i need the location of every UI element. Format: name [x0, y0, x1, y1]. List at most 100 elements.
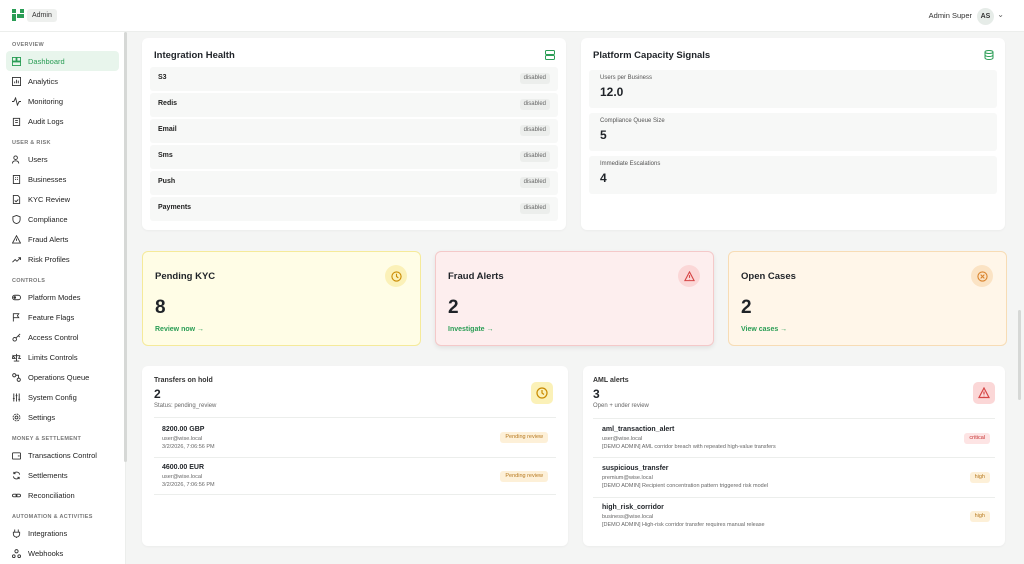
- severity-badge: high: [969, 511, 990, 522]
- transfer-item[interactable]: 4600.00 EUR user@wise.local 3/2/2026, 7:…: [162, 463, 215, 489]
- sidebar-item-monitoring[interactable]: Monitoring: [6, 91, 119, 111]
- metric-compliance-queue: Compliance Queue Size 5: [589, 113, 997, 151]
- metric-value: 5: [600, 128, 607, 142]
- sidebar-item-analytics[interactable]: Analytics: [6, 71, 119, 91]
- sidebar-section-user-risk: USER & RISK: [12, 140, 51, 146]
- transfer-time: 3/2/2026, 7:06:56 PM: [162, 482, 215, 488]
- review-now-link[interactable]: Review now →: [155, 326, 204, 333]
- open-cases-card[interactable]: Open Cases 2 View cases →: [728, 251, 1007, 346]
- sliders-icon: [12, 392, 21, 402]
- sidebar-item-integrations[interactable]: Integrations: [6, 523, 119, 543]
- trending-up-icon: [12, 255, 21, 264]
- stat-count: 2: [741, 297, 752, 318]
- x-circle-icon: [971, 265, 993, 287]
- divider: [593, 418, 995, 419]
- sidebar-item-risk-profiles[interactable]: Risk Profiles: [6, 249, 119, 269]
- divider: [154, 494, 556, 495]
- alert-description: [DEMO ADMIN] AML corridor breach with re…: [602, 444, 776, 450]
- sidebar-item-operations-queue[interactable]: Operations Queue: [6, 367, 119, 387]
- sidebar-item-limits-controls[interactable]: Limits Controls: [6, 347, 119, 367]
- brand-logo[interactable]: [11, 8, 25, 22]
- sidebar-item-transactions-control[interactable]: Transactions Control: [6, 445, 119, 465]
- sidebar-item-label: Risk Profiles: [28, 254, 70, 264]
- alert-triangle-icon: [973, 382, 995, 404]
- metric-value: 4: [600, 171, 607, 185]
- metric-label: Compliance Queue Size: [600, 118, 665, 124]
- integration-health-card: Integration Health S3 disabled Redis dis…: [142, 38, 566, 230]
- sidebar-item-businesses[interactable]: Businesses: [6, 169, 119, 189]
- chevron-down-icon[interactable]: ⌄: [997, 10, 1004, 19]
- alert-email: business@wise.local: [602, 514, 654, 520]
- sidebar-item-fraud-alerts[interactable]: Fraud Alerts: [6, 229, 119, 249]
- file-check-icon: [12, 194, 21, 204]
- sidebar-item-dashboard[interactable]: Dashboard: [6, 51, 119, 71]
- status-badge: Pending review: [500, 471, 548, 482]
- sidebar-item-label: Dashboard: [28, 56, 65, 66]
- transfer-item[interactable]: 8200.00 GBP user@wise.local 3/2/2026, 7:…: [162, 425, 215, 451]
- alert-triangle-icon: [12, 234, 21, 244]
- sidebar-scrollbar[interactable]: [124, 32, 127, 462]
- refresh-icon: [12, 471, 21, 480]
- metric-value: 12.0: [600, 85, 624, 99]
- sidebar-item-label: Settings: [28, 412, 56, 422]
- plug-icon: [12, 528, 21, 538]
- status-badge: disabled: [519, 73, 550, 84]
- shield-icon: [12, 214, 21, 224]
- transfer-email: user@wise.local: [162, 436, 203, 442]
- flag-icon: [12, 312, 21, 322]
- sidebar-item-reconciliation[interactable]: Reconciliation: [6, 485, 119, 505]
- stat-title: Pending KYC: [155, 271, 216, 282]
- top-bar: Admin Admin Super AS ⌄: [0, 0, 1024, 32]
- alert-email: user@wise.local: [602, 436, 643, 442]
- users-icon: [12, 154, 21, 164]
- sidebar-item-platform-modes[interactable]: Platform Modes: [6, 287, 119, 307]
- sidebar-item-label: Access Control: [28, 332, 79, 342]
- aml-alerts-card: AML alerts 3 Open + under review aml_tra…: [583, 366, 1005, 546]
- sidebar-section-controls: CONTROLS: [12, 278, 46, 284]
- sidebar-item-label: Settlements: [28, 470, 68, 480]
- severity-badge: critical: [964, 433, 990, 444]
- aml-alert-item[interactable]: suspicious_transfer premium@wise.local […: [602, 464, 768, 490]
- transfers-on-hold-card: Transfers on hold 2 Status: pending_revi…: [142, 366, 568, 546]
- investigate-link[interactable]: Investigate →: [448, 326, 494, 333]
- aml-alert-item[interactable]: aml_transaction_alert user@wise.local [D…: [602, 425, 776, 451]
- page-scrollbar[interactable]: [1018, 310, 1021, 400]
- divider: [154, 457, 556, 458]
- integration-name: Email: [158, 126, 177, 133]
- sidebar-item-label: KYC Review: [28, 194, 71, 204]
- sidebar-item-system-config[interactable]: System Config: [6, 387, 119, 407]
- transfer-email: user@wise.local: [162, 474, 203, 480]
- integration-row-sms: Sms disabled: [150, 145, 558, 169]
- integration-row-push: Push disabled: [150, 171, 558, 195]
- sidebar-item-settlements[interactable]: Settlements: [6, 465, 119, 485]
- integration-name: Push: [158, 178, 176, 185]
- integration-health-title: Integration Health: [154, 50, 235, 61]
- integration-row-redis: Redis disabled: [150, 93, 558, 117]
- sidebar-item-label: Integrations: [28, 528, 68, 538]
- sidebar-item-audit-logs[interactable]: Audit Logs: [6, 111, 119, 131]
- pending-kyc-card[interactable]: Pending KYC 8 Review now →: [142, 251, 421, 346]
- fraud-alerts-card[interactable]: Fraud Alerts 2 Investigate →: [435, 251, 714, 346]
- sidebar-item-settings[interactable]: Settings: [6, 407, 119, 427]
- sidebar-item-label: Fraud Alerts: [28, 234, 69, 244]
- sidebar-item-feature-flags[interactable]: Feature Flags: [6, 307, 119, 327]
- user-name[interactable]: Admin Super: [929, 11, 972, 20]
- aml-label: AML alerts: [593, 377, 629, 384]
- view-cases-link[interactable]: View cases →: [741, 326, 787, 333]
- metric-immediate-escalations: Immediate Escalations 4: [589, 156, 997, 194]
- toggle-icon: [12, 293, 21, 302]
- sidebar-item-users[interactable]: Users: [6, 149, 119, 169]
- sidebar-item-access-control[interactable]: Access Control: [6, 327, 119, 347]
- stat-title: Open Cases: [741, 271, 796, 282]
- aml-alert-item[interactable]: high_risk_corridor business@wise.local […: [602, 503, 765, 529]
- clipboard-icon: [12, 117, 21, 126]
- sidebar-item-kyc-review[interactable]: KYC Review: [6, 189, 119, 209]
- bar-chart-icon: [12, 76, 21, 86]
- alert-name: suspicious_transfer: [602, 465, 669, 472]
- sidebar-item-label: Compliance: [28, 214, 68, 224]
- avatar[interactable]: AS: [977, 8, 994, 25]
- sidebar-item-webhooks[interactable]: Webhooks: [6, 543, 119, 563]
- sidebar-item-compliance[interactable]: Compliance: [6, 209, 119, 229]
- building-icon: [12, 174, 21, 184]
- alert-description: [DEMO ADMIN] High-risk corridor transfer…: [602, 522, 765, 528]
